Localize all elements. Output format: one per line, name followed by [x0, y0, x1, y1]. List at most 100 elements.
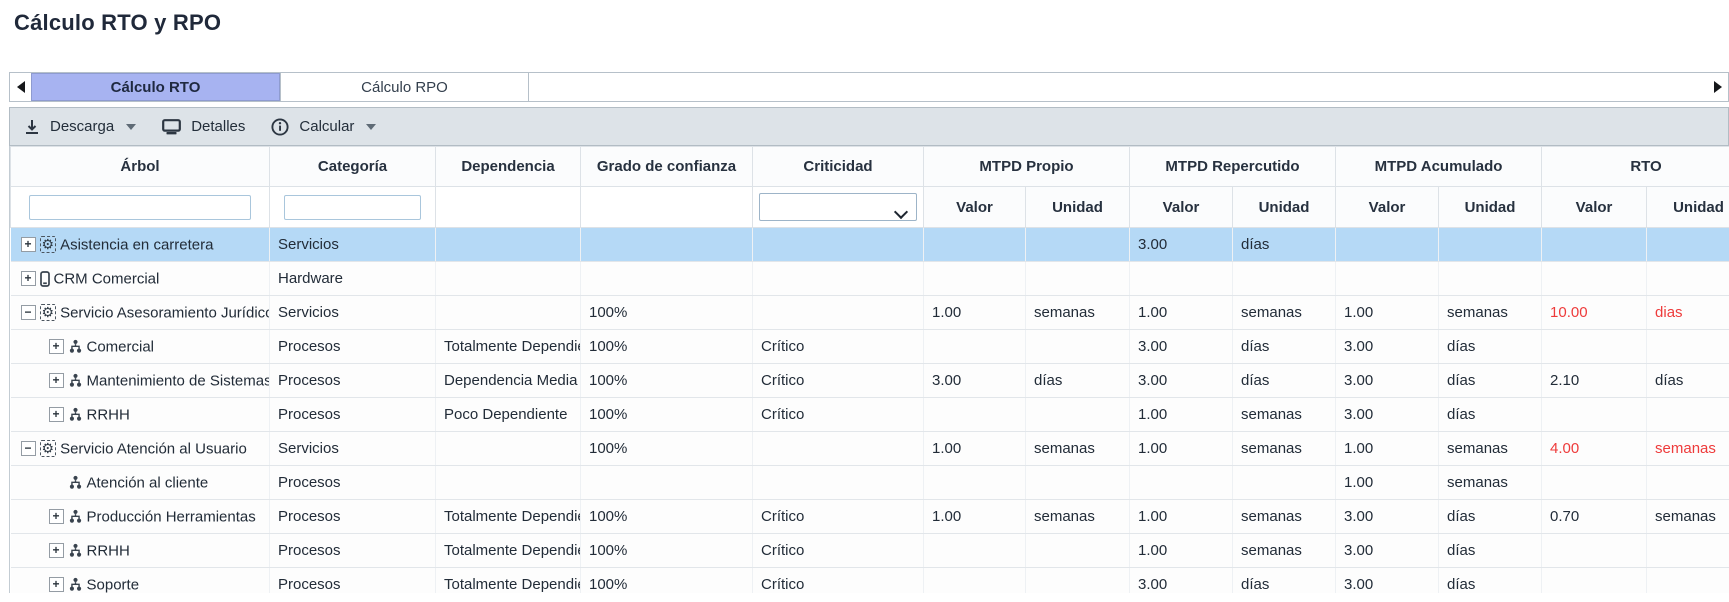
group-header-rto: RTO [1542, 147, 1729, 187]
cell-categoria: Servicios [270, 228, 436, 262]
expand-toggle[interactable]: + [21, 271, 36, 286]
col-header-categoria[interactable]: Categoría [270, 147, 436, 187]
expand-toggle[interactable]: + [49, 339, 64, 354]
tree-item-label: Servicio Asesoramiento Jurídico [60, 304, 269, 321]
tree-item-label: Atención al cliente [87, 474, 209, 491]
subheader-unidad: Unidad [1439, 187, 1542, 228]
cell-mtpd-propio-valor: 3.00 [924, 364, 1026, 398]
detalles-button[interactable]: Detalles [162, 118, 245, 135]
cell-arbol: +Soporte [11, 568, 270, 594]
cell-categoria: Procesos [270, 500, 436, 534]
expand-toggle[interactable]: + [49, 407, 64, 422]
cell-rto-unidad: dias [1647, 296, 1729, 330]
collapse-toggle[interactable]: − [21, 441, 36, 456]
filter-cell-arbol [11, 187, 270, 228]
cell-mtpd-propio-valor [924, 466, 1026, 500]
cell-criticidad [753, 432, 924, 466]
cell-grado-confianza [581, 228, 753, 262]
cell-arbol: + Mantenimiento de Sistemas [11, 364, 270, 398]
cell-mtpd-repercutido-unidad: semanas [1233, 398, 1336, 432]
info-icon [271, 118, 289, 136]
calcular-label: Calcular [299, 118, 354, 135]
col-header-dependencia[interactable]: Dependencia [436, 147, 581, 187]
cell-arbol: +⚙Asistencia en carretera [11, 228, 270, 262]
cell-mtpd-propio-valor [924, 568, 1026, 594]
cell-rto-unidad: semanas [1647, 500, 1729, 534]
cell-mtpd-propio-valor [924, 534, 1026, 568]
table-row[interactable]: +SoporteProcesosTotalmente Dependiente10… [11, 568, 1729, 594]
col-header-grado-confianza[interactable]: Grado de confianza [581, 147, 753, 187]
tab-scroll-right-button[interactable] [1707, 73, 1728, 101]
rto-table: Árbol Categoría Dependencia Grado de con… [9, 146, 1729, 593]
cell-categoria: Servicios [270, 432, 436, 466]
expand-toggle[interactable]: + [21, 237, 36, 252]
collapse-toggle[interactable]: − [21, 305, 36, 320]
table-row[interactable]: + CRM Comercial Hardware [11, 262, 1729, 296]
cell-categoria: Procesos [270, 330, 436, 364]
cell-rto-unidad [1647, 330, 1729, 364]
tree-item-label: Mantenimiento de Sistemas [87, 372, 270, 389]
cell-arbol: +Producción Herramientas [11, 500, 270, 534]
process-icon [68, 373, 83, 388]
table-row[interactable]: +⚙Asistencia en carreteraServicios3.00dí… [11, 228, 1729, 262]
cell-criticidad [753, 296, 924, 330]
cell-mtpd-repercutido-unidad: días [1233, 364, 1336, 398]
tab-calculo-rpo[interactable]: Cálculo RPO [280, 73, 529, 101]
cell-dependencia [436, 432, 581, 466]
cell-mtpd-propio-unidad [1026, 568, 1130, 594]
cell-rto-valor [1542, 568, 1647, 594]
expand-toggle[interactable]: + [49, 509, 64, 524]
cell-rto-valor [1542, 262, 1647, 296]
cell-arbol: −⚙Servicio Asesoramiento Jurídico [11, 296, 270, 330]
cell-grado-confianza: 100% [581, 500, 753, 534]
table-row[interactable]: +RRHHProcesosTotalmente Dependiente100%C… [11, 534, 1729, 568]
tree-item-label: CRM Comercial [54, 270, 160, 287]
expand-toggle[interactable]: + [49, 373, 64, 388]
criticidad-filter-select[interactable] [759, 193, 917, 221]
cell-dependencia: Totalmente Dependiente [436, 568, 581, 594]
categoria-filter-input[interactable] [284, 195, 422, 220]
col-header-arbol[interactable]: Árbol [11, 147, 270, 187]
group-header-mtpd-acumulado: MTPD Acumulado [1336, 147, 1542, 187]
expand-toggle[interactable]: + [49, 543, 64, 558]
cell-mtpd-propio-unidad [1026, 262, 1130, 296]
cell-grado-confianza [581, 466, 753, 500]
col-header-criticidad[interactable]: Criticidad [753, 147, 924, 187]
descarga-button[interactable]: Descarga [24, 118, 136, 135]
table-row[interactable]: +ComercialProcesosTotalmente Dependiente… [11, 330, 1729, 364]
cell-arbol: Atención al cliente [11, 466, 270, 500]
tab-scroll-left-button[interactable] [10, 73, 31, 101]
table-row[interactable]: +Mantenimiento de SistemasProcesosDepend… [11, 364, 1729, 398]
service-icon: ⚙ [40, 304, 57, 321]
cell-grado-confianza: 100% [581, 398, 753, 432]
cell-mtpd-repercutido-valor: 1.00 [1130, 500, 1233, 534]
cell-rto-valor: 10.00 [1542, 296, 1647, 330]
cell-rto-unidad [1647, 398, 1729, 432]
cell-mtpd-propio-unidad: semanas [1026, 296, 1130, 330]
descarga-label: Descarga [50, 118, 114, 135]
cell-mtpd-repercutido-valor: 1.00 [1130, 296, 1233, 330]
process-icon [68, 509, 83, 524]
service-icon: ⚙ [40, 236, 57, 253]
service-icon: ⚙ [40, 440, 57, 457]
cell-mtpd-acumulado-unidad: semanas [1439, 296, 1542, 330]
filter-subheader-row: Valor Unidad Valor Unidad Valor Unidad V… [11, 187, 1729, 228]
cell-dependencia: Totalmente Dependiente [436, 500, 581, 534]
table-row[interactable]: −⚙Servicio Asesoramiento JurídicoServici… [11, 296, 1729, 330]
cell-criticidad: Crítico [753, 534, 924, 568]
tab-calculo-rto[interactable]: Cálculo RTO [31, 73, 280, 101]
arbol-filter-input[interactable] [29, 195, 250, 220]
cell-mtpd-repercutido-valor: 3.00 [1130, 568, 1233, 594]
table-row[interactable]: Atención al clienteProcesos1.00semanas [11, 466, 1729, 500]
table-row[interactable]: −⚙Servicio Atención al UsuarioServicios1… [11, 432, 1729, 466]
cell-categoria: Hardware [270, 262, 436, 296]
table-row[interactable]: +Producción HerramientasProcesosTotalmen… [11, 500, 1729, 534]
download-icon [24, 119, 40, 135]
table-row[interactable]: +RRHHProcesosPoco Dependiente100%Crítico… [11, 398, 1729, 432]
expand-toggle[interactable]: + [49, 577, 64, 592]
calcular-button[interactable]: Calcular [271, 118, 376, 136]
cell-rto-valor [1542, 398, 1647, 432]
cell-mtpd-acumulado-valor: 3.00 [1336, 500, 1439, 534]
cell-categoria: Procesos [270, 466, 436, 500]
tree-item-label: RRHH [87, 542, 130, 559]
